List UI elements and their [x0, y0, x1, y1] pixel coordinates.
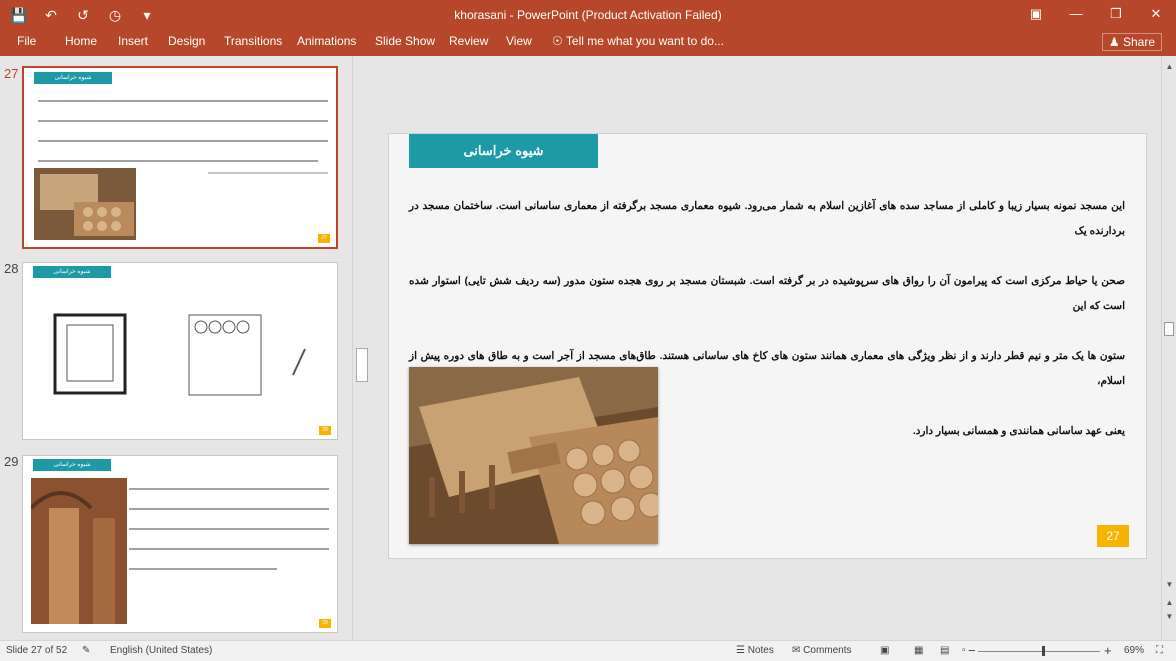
reading-view-icon[interactable]: ▤: [940, 645, 949, 656]
previous-slide-icon[interactable]: ▲: [1162, 598, 1176, 607]
thumbnail-slide-number: 28: [319, 426, 331, 435]
tab-insert[interactable]: Insert: [118, 34, 148, 48]
comments-label: Comments: [803, 645, 852, 656]
body-line: این مسجد نمونه بسیار زیبا و کاملی از مسا…: [409, 200, 1125, 237]
text-line: [208, 172, 328, 174]
status-bar: Slide 27 of 52 ✎ English (United States)…: [0, 640, 1176, 661]
body-line: صحن یا حیاط مرکزی است که پیرامون آن را ر…: [409, 275, 1125, 312]
thumbnail-scrollbar[interactable]: [352, 56, 370, 640]
mosque-photo-thumbnail: [34, 168, 136, 240]
text-line: [129, 568, 277, 570]
thumbnail-title-badge: شیوه خراسانی: [33, 459, 111, 471]
normal-view-icon[interactable]: ▣: [880, 645, 889, 656]
next-slide-icon[interactable]: ▼: [1162, 612, 1176, 621]
thumbnail-number: 28: [4, 261, 19, 276]
slide-editor: شیوه خراسانی این مسجد نمونه بسیار زیبا و…: [371, 56, 1161, 640]
zoom-slider-thumb[interactable]: [1042, 646, 1045, 656]
title-bar: 💾 ↶ ↺ ◷ ▾ khorasani - PowerPoint (Produc…: [0, 0, 1176, 30]
spell-check-icon[interactable]: ✎: [82, 645, 90, 656]
thumbnail-title-badge: شیوه خراسانی: [33, 266, 111, 278]
tab-file[interactable]: File: [17, 34, 36, 48]
slide-indicator: Slide 27 of 52: [6, 645, 68, 656]
zoom-slider[interactable]: [978, 651, 1100, 652]
mosque-photo[interactable]: [409, 367, 658, 544]
text-line: [38, 140, 328, 142]
zoom-out-icon[interactable]: −: [968, 643, 976, 658]
thumbnail-slide-29[interactable]: شیوه خراسانی 29: [22, 455, 338, 633]
window-title: khorasani - PowerPoint (Product Activati…: [454, 8, 722, 22]
slide-thumbnail-pane: 27 شیوه خراسانی 27 28 شیوه خراسانی 28 29…: [0, 56, 352, 640]
person-icon: ♟: [1108, 35, 1120, 49]
notes-icon: ☰: [736, 645, 745, 656]
tab-review[interactable]: Review: [449, 34, 488, 48]
ribbon-display-options-icon[interactable]: ▣: [1016, 0, 1056, 30]
tab-design[interactable]: Design: [168, 34, 205, 48]
minimize-icon[interactable]: —: [1056, 0, 1096, 30]
thumbnail-slide-28[interactable]: شیوه خراسانی 28: [22, 262, 338, 440]
text-line: [129, 488, 329, 490]
slide-sorter-icon[interactable]: ▦: [914, 645, 923, 656]
scroll-down-icon[interactable]: ▼: [1162, 580, 1176, 589]
tab-slide-show[interactable]: Slide Show: [375, 34, 435, 48]
tab-home[interactable]: Home: [65, 34, 97, 48]
share-label: Share: [1122, 35, 1155, 49]
thumbnail-scroll-thumb[interactable]: [356, 348, 368, 382]
current-slide[interactable]: شیوه خراسانی این مسجد نمونه بسیار زیبا و…: [388, 133, 1147, 559]
tell-me-text: Tell me what you want to do...: [565, 34, 724, 48]
scroll-up-icon[interactable]: ▲: [1162, 62, 1176, 71]
language-indicator[interactable]: English (United States): [110, 645, 212, 656]
comments-button[interactable]: ✉ Comments: [792, 645, 852, 656]
column-photo-thumbnail: [31, 478, 127, 624]
notes-label: Notes: [747, 645, 774, 656]
text-line: [38, 100, 328, 102]
slide-title[interactable]: شیوه خراسانی: [409, 134, 598, 168]
text-line: [129, 528, 329, 530]
text-line: [38, 160, 318, 162]
text-line: [129, 508, 329, 510]
lightbulb-icon: ☉: [552, 34, 563, 48]
share-button[interactable]: ♟ Share: [1101, 33, 1162, 51]
mosque-plan-drawing: [43, 305, 319, 413]
editor-scrollbar[interactable]: ▲ ▼ ▲ ▼: [1161, 56, 1176, 640]
notes-button[interactable]: ☰ Notes: [736, 645, 774, 656]
text-line: [38, 120, 328, 122]
comments-icon: ✉: [792, 645, 801, 656]
thumbnail-number: 27: [4, 66, 19, 81]
thumbnail-number: 29: [4, 454, 19, 469]
tab-view[interactable]: View: [506, 34, 532, 48]
slide-show-icon[interactable]: ▫: [962, 645, 966, 656]
fit-to-window-icon[interactable]: ⛶: [1156, 645, 1163, 656]
text-line: [129, 548, 329, 550]
zoom-level[interactable]: 69%: [1124, 645, 1144, 656]
close-icon[interactable]: ✕: [1136, 0, 1176, 30]
tab-animations[interactable]: Animations: [297, 34, 356, 48]
zoom-in-icon[interactable]: +: [1104, 643, 1112, 658]
thumbnail-title-badge: شیوه خراسانی: [34, 72, 112, 84]
tell-me-box[interactable]: ☉ Tell me what you want to do...: [552, 34, 724, 48]
thumbnail-slide-number: 29: [319, 619, 331, 628]
ribbon-tabs: File Home Insert Design Transitions Anim…: [0, 30, 1176, 56]
thumbnail-slide-27[interactable]: شیوه خراسانی 27: [22, 66, 338, 249]
tab-transitions[interactable]: Transitions: [224, 34, 282, 48]
editor-scroll-thumb[interactable]: [1164, 322, 1174, 336]
thumbnail-slide-number: 27: [318, 234, 330, 243]
slide-number-badge: 27: [1097, 525, 1129, 547]
restore-icon[interactable]: ❐: [1096, 0, 1136, 30]
